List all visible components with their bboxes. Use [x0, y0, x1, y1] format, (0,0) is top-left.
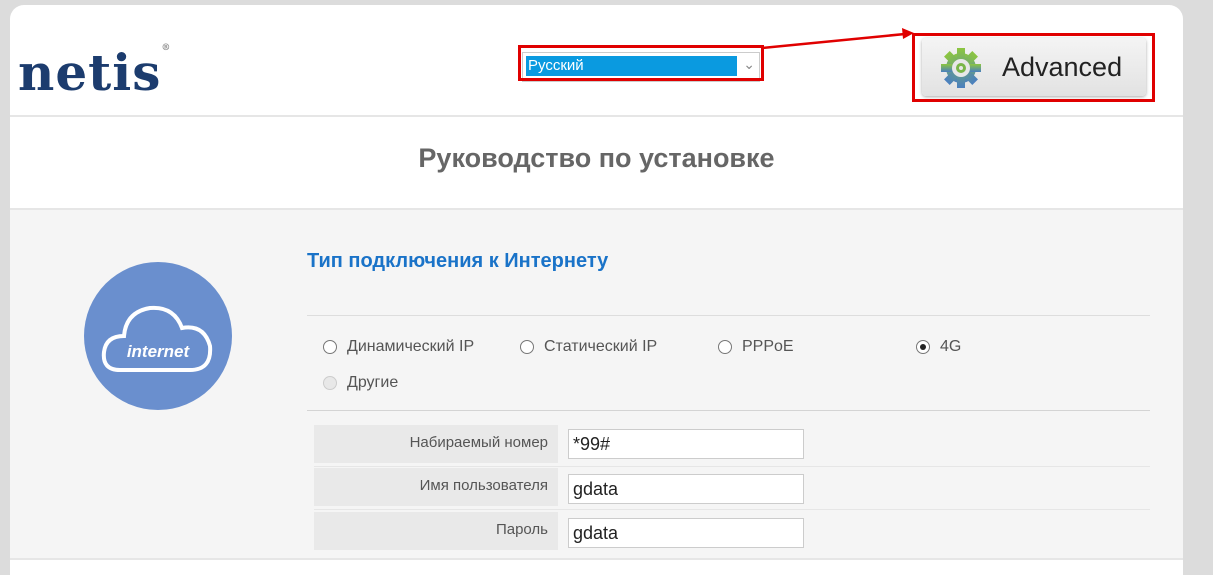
password-input[interactable] — [568, 518, 804, 548]
divider — [314, 509, 1150, 510]
dial-number-input[interactable] — [568, 429, 804, 459]
cloud-icon — [101, 305, 213, 372]
radio-label: 4G — [940, 338, 962, 355]
radio-dynamic-ip[interactable]: Динамический IP — [323, 338, 474, 356]
divider — [307, 315, 1150, 316]
radio-4g[interactable]: 4G — [916, 338, 961, 356]
username-label: Имя пользователя — [314, 468, 558, 506]
annotation-arrow-icon — [761, 28, 914, 50]
footer-area — [10, 558, 1183, 575]
divider — [314, 466, 1150, 467]
radio-button[interactable] — [520, 340, 534, 354]
username-input[interactable] — [568, 474, 804, 504]
radio-button[interactable] — [323, 340, 337, 354]
dial-number-label: Набираемый номер — [314, 425, 558, 463]
header-divider — [10, 115, 1183, 117]
connection-section: internet Тип подключения к Интернету Дин… — [10, 208, 1183, 560]
internet-label: internet — [126, 342, 190, 361]
radio-other: Другие — [323, 374, 398, 392]
password-label: Пароль — [314, 512, 558, 550]
radio-button[interactable] — [718, 340, 732, 354]
page-title: Руководство по установке — [418, 143, 775, 173]
radio-label: Статический IP — [544, 338, 658, 355]
radio-label: PPPoE — [742, 338, 794, 355]
radio-button-disabled — [323, 376, 337, 390]
radio-label: Динамический IP — [347, 338, 475, 355]
radio-pppoe[interactable]: PPPoE — [718, 338, 794, 356]
radio-static-ip[interactable]: Статический IP — [520, 338, 657, 356]
internet-cloud-icon: internet — [84, 262, 232, 410]
section-title: Тип подключения к Интернету — [307, 250, 609, 272]
radio-label: Другие — [347, 374, 399, 391]
radio-button-selected[interactable] — [916, 340, 930, 354]
divider — [307, 410, 1150, 411]
